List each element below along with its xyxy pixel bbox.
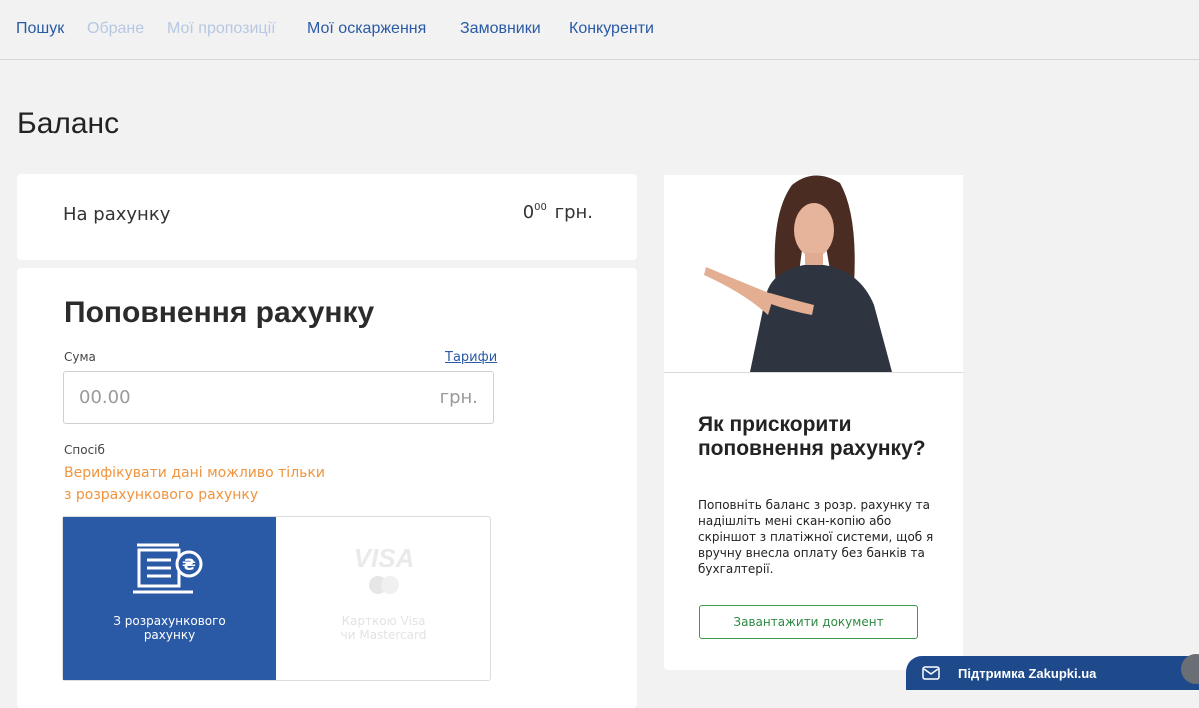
nav-item-competitors[interactable]: Конкуренти: [569, 19, 654, 39]
sum-label: Сума: [64, 350, 96, 364]
method-card-label-line2: чи Mastercard: [340, 628, 427, 642]
support-chat-bar[interactable]: Підтримка Zakupki.ua: [906, 654, 1199, 690]
assistant-photo: [664, 175, 963, 373]
method-label: Спосіб: [64, 443, 105, 457]
tariffs-link[interactable]: Тарифи: [445, 350, 497, 365]
envelope-icon: [922, 666, 940, 680]
payment-method-bank-transfer[interactable]: ₴ З розрахункового рахунку: [63, 517, 276, 680]
payment-method-card[interactable]: VISA Карткою Visa чи Mastercard: [277, 517, 490, 680]
balance-value: 000 грн.: [523, 202, 593, 223]
nav-item-customers[interactable]: Замовники: [460, 19, 541, 39]
method-bank-label-line2: рахунку: [143, 628, 196, 642]
promo-text: Поповніть баланс з розр. рахунку та наді…: [698, 498, 934, 576]
svg-text:VISA: VISA: [354, 545, 415, 573]
method-bank-label: З розрахункового рахунку: [63, 614, 276, 642]
balance-currency: грн.: [554, 202, 593, 223]
balance-amount-cents: 00: [534, 202, 547, 213]
visa-mastercard-icon: VISA: [354, 545, 415, 594]
balance-card: На рахунку 000 грн.: [17, 174, 637, 260]
sum-input[interactable]: 00.00 грн.: [63, 371, 494, 424]
nav-item-my-appeals[interactable]: Мої оскарження: [307, 19, 426, 39]
topup-card: Поповнення рахунку Сума Тарифи 00.00 грн…: [17, 268, 637, 708]
topup-title: Поповнення рахунку: [64, 296, 375, 329]
upload-document-button[interactable]: Завантажити документ: [699, 605, 918, 639]
promo-title: Як прискорити поповнення рахунку?: [698, 413, 926, 460]
payment-methods: ₴ З розрахункового рахунку VISA Карткою …: [62, 516, 491, 681]
sum-input-placeholder: 00.00: [79, 387, 131, 408]
support-label: Підтримка Zakupki.ua: [958, 666, 1097, 681]
method-card-label: Карткою Visa чи Mastercard: [277, 614, 490, 642]
method-card-label-line1: Карткою Visa: [341, 614, 426, 628]
nav-item-favorites[interactable]: Обране: [87, 19, 144, 39]
nav-item-search[interactable]: Пошук: [16, 19, 64, 39]
support-toggle[interactable]: [1181, 654, 1199, 684]
page-title: Баланс: [17, 107, 120, 140]
warning-line-1: Верифікувати дані можливо тільки: [64, 465, 325, 481]
top-navigation: Пошук Обране Мої пропозиції Мої оскаржен…: [0, 0, 1199, 60]
warning-line-2: з розрахункового рахунку: [64, 487, 259, 503]
balance-label: На рахунку: [63, 204, 171, 225]
svg-text:₴: ₴: [182, 555, 196, 574]
balance-amount-int: 0: [522, 202, 535, 223]
promo-card: Як прискорити поповнення рахунку? Поповн…: [664, 175, 963, 670]
sum-input-currency: грн.: [439, 387, 478, 408]
verification-warning: Верифікувати дані можливо тільки з розра…: [64, 462, 325, 506]
bank-transfer-icon: ₴: [133, 543, 203, 594]
method-bank-label-line1: З розрахункового: [113, 614, 226, 628]
nav-item-my-offers[interactable]: Мої пропозиції: [167, 19, 276, 39]
